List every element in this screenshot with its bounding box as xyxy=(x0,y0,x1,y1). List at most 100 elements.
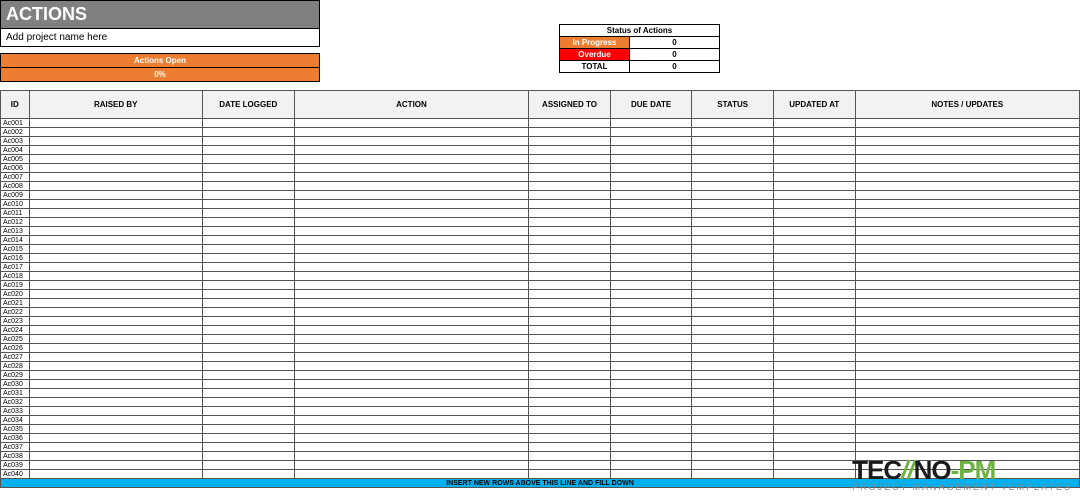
cell-empty[interactable] xyxy=(202,227,294,236)
cell-empty[interactable] xyxy=(294,317,529,326)
cell-empty[interactable] xyxy=(610,461,692,470)
cell-id[interactable]: Ac025 xyxy=(1,335,30,344)
cell-empty[interactable] xyxy=(29,290,202,299)
cell-empty[interactable] xyxy=(855,308,1079,317)
cell-empty[interactable] xyxy=(202,434,294,443)
cell-id[interactable]: Ac003 xyxy=(1,137,30,146)
cell-empty[interactable] xyxy=(610,299,692,308)
cell-empty[interactable] xyxy=(855,353,1079,362)
cell-empty[interactable] xyxy=(773,380,855,389)
cell-empty[interactable] xyxy=(855,128,1079,137)
cell-empty[interactable] xyxy=(529,434,611,443)
cell-empty[interactable] xyxy=(692,263,774,272)
cell-empty[interactable] xyxy=(610,281,692,290)
cell-empty[interactable] xyxy=(529,344,611,353)
cell-empty[interactable] xyxy=(29,353,202,362)
cell-empty[interactable] xyxy=(294,470,529,479)
cell-id[interactable]: Ac018 xyxy=(1,272,30,281)
cell-empty[interactable] xyxy=(294,281,529,290)
table-row[interactable]: Ac023 xyxy=(1,317,1080,326)
table-row[interactable]: Ac040 xyxy=(1,470,1080,479)
cell-empty[interactable] xyxy=(773,407,855,416)
cell-empty[interactable] xyxy=(855,173,1079,182)
table-row[interactable]: Ac032 xyxy=(1,398,1080,407)
cell-empty[interactable] xyxy=(202,335,294,344)
cell-empty[interactable] xyxy=(855,317,1079,326)
cell-empty[interactable] xyxy=(855,146,1079,155)
cell-id[interactable]: Ac022 xyxy=(1,308,30,317)
cell-empty[interactable] xyxy=(529,236,611,245)
cell-empty[interactable] xyxy=(294,353,529,362)
cell-empty[interactable] xyxy=(294,272,529,281)
cell-id[interactable]: Ac024 xyxy=(1,326,30,335)
table-row[interactable]: Ac016 xyxy=(1,254,1080,263)
table-row[interactable]: Ac022 xyxy=(1,308,1080,317)
table-row[interactable]: Ac027 xyxy=(1,353,1080,362)
cell-empty[interactable] xyxy=(529,371,611,380)
cell-empty[interactable] xyxy=(202,407,294,416)
cell-empty[interactable] xyxy=(202,353,294,362)
cell-empty[interactable] xyxy=(610,191,692,200)
cell-empty[interactable] xyxy=(610,344,692,353)
cell-empty[interactable] xyxy=(610,470,692,479)
cell-empty[interactable] xyxy=(29,362,202,371)
cell-empty[interactable] xyxy=(773,209,855,218)
cell-empty[interactable] xyxy=(773,173,855,182)
cell-empty[interactable] xyxy=(529,299,611,308)
cell-empty[interactable] xyxy=(29,227,202,236)
cell-empty[interactable] xyxy=(855,290,1079,299)
cell-empty[interactable] xyxy=(855,119,1079,128)
cell-id[interactable]: Ac034 xyxy=(1,416,30,425)
cell-empty[interactable] xyxy=(692,398,774,407)
cell-empty[interactable] xyxy=(610,263,692,272)
cell-empty[interactable] xyxy=(855,389,1079,398)
table-row[interactable]: Ac036 xyxy=(1,434,1080,443)
cell-empty[interactable] xyxy=(202,362,294,371)
cell-id[interactable]: Ac009 xyxy=(1,191,30,200)
cell-empty[interactable] xyxy=(773,236,855,245)
cell-empty[interactable] xyxy=(855,362,1079,371)
cell-empty[interactable] xyxy=(610,146,692,155)
cell-empty[interactable] xyxy=(610,362,692,371)
cell-empty[interactable] xyxy=(29,317,202,326)
cell-empty[interactable] xyxy=(294,461,529,470)
cell-empty[interactable] xyxy=(692,335,774,344)
table-row[interactable]: Ac030 xyxy=(1,380,1080,389)
cell-empty[interactable] xyxy=(692,434,774,443)
cell-empty[interactable] xyxy=(529,398,611,407)
cell-empty[interactable] xyxy=(855,263,1079,272)
cell-empty[interactable] xyxy=(692,128,774,137)
cell-empty[interactable] xyxy=(692,272,774,281)
cell-empty[interactable] xyxy=(529,128,611,137)
cell-empty[interactable] xyxy=(294,164,529,173)
cell-empty[interactable] xyxy=(29,416,202,425)
table-row[interactable]: Ac020 xyxy=(1,290,1080,299)
cell-empty[interactable] xyxy=(692,443,774,452)
cell-empty[interactable] xyxy=(855,209,1079,218)
cell-empty[interactable] xyxy=(773,362,855,371)
cell-empty[interactable] xyxy=(692,290,774,299)
cell-empty[interactable] xyxy=(202,344,294,353)
cell-empty[interactable] xyxy=(294,146,529,155)
table-row[interactable]: Ac031 xyxy=(1,389,1080,398)
cell-empty[interactable] xyxy=(294,344,529,353)
table-row[interactable]: Ac028 xyxy=(1,362,1080,371)
cell-empty[interactable] xyxy=(773,398,855,407)
cell-empty[interactable] xyxy=(610,182,692,191)
cell-empty[interactable] xyxy=(202,245,294,254)
cell-empty[interactable] xyxy=(773,353,855,362)
cell-empty[interactable] xyxy=(610,335,692,344)
cell-empty[interactable] xyxy=(773,155,855,164)
cell-empty[interactable] xyxy=(294,425,529,434)
cell-id[interactable]: Ac014 xyxy=(1,236,30,245)
cell-empty[interactable] xyxy=(610,245,692,254)
cell-empty[interactable] xyxy=(855,470,1079,479)
table-row[interactable]: Ac017 xyxy=(1,263,1080,272)
cell-empty[interactable] xyxy=(773,461,855,470)
cell-empty[interactable] xyxy=(692,119,774,128)
cell-id[interactable]: Ac017 xyxy=(1,263,30,272)
cell-empty[interactable] xyxy=(773,245,855,254)
cell-empty[interactable] xyxy=(294,119,529,128)
cell-empty[interactable] xyxy=(855,461,1079,470)
table-row[interactable]: Ac011 xyxy=(1,209,1080,218)
